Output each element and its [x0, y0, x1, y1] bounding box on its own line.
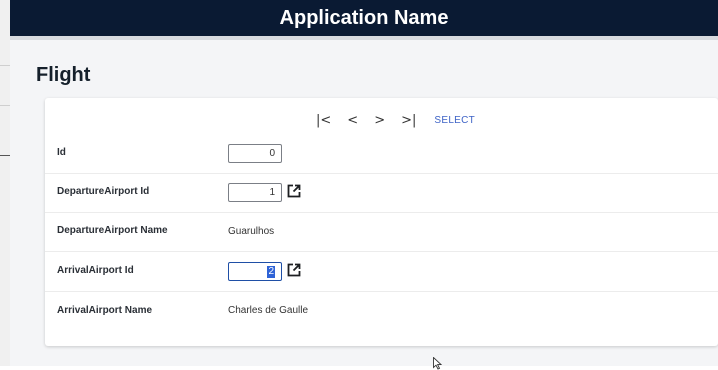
id-field[interactable]: 0 — [228, 144, 282, 163]
first-page-icon[interactable]: |< — [316, 113, 331, 128]
background-divider — [0, 65, 10, 66]
arrival-airport-id-field[interactable]: 2 — [228, 262, 282, 281]
form-row-id: Id 0 — [45, 133, 718, 174]
record-navigation: |< < > >| SELECT — [316, 111, 475, 129]
departure-airport-id-label: DepartureAirport Id — [57, 186, 150, 197]
background-divider — [0, 105, 10, 106]
open-external-icon[interactable] — [287, 263, 301, 277]
selected-text: 2 — [267, 266, 275, 278]
form-row-arrival-id: ArrivalAirport Id 2 — [45, 251, 718, 292]
departure-airport-id-field[interactable]: 1 — [228, 183, 282, 202]
page-title: Flight — [36, 64, 91, 86]
arrival-airport-name-value: Charles de Gaulle — [228, 305, 309, 316]
background-fragment — [0, 0, 10, 366]
prev-page-icon[interactable]: < — [347, 113, 358, 128]
form-row-arrival-name: ArrivalAirport Name Charles de Gaulle — [45, 291, 718, 331]
open-external-icon[interactable] — [287, 184, 301, 198]
mouse-cursor-icon — [433, 357, 442, 370]
app-title: Application Name — [279, 6, 449, 29]
arrival-airport-name-label: ArrivalAirport Name — [57, 305, 153, 316]
app-header: Application Name — [10, 0, 718, 36]
last-page-icon[interactable]: >| — [401, 113, 416, 128]
form-row-departure-name: DepartureAirport Name Guarulhos — [45, 211, 718, 252]
select-button[interactable]: SELECT — [434, 115, 475, 126]
id-label: Id — [57, 147, 66, 158]
arrival-airport-id-label: ArrivalAirport Id — [57, 265, 134, 276]
departure-airport-name-label: DepartureAirport Name — [57, 225, 168, 236]
next-page-icon[interactable]: > — [374, 113, 385, 128]
form-row-departure-id: DepartureAirport Id 1 — [45, 172, 718, 213]
departure-airport-name-value: Guarulhos — [228, 226, 275, 237]
